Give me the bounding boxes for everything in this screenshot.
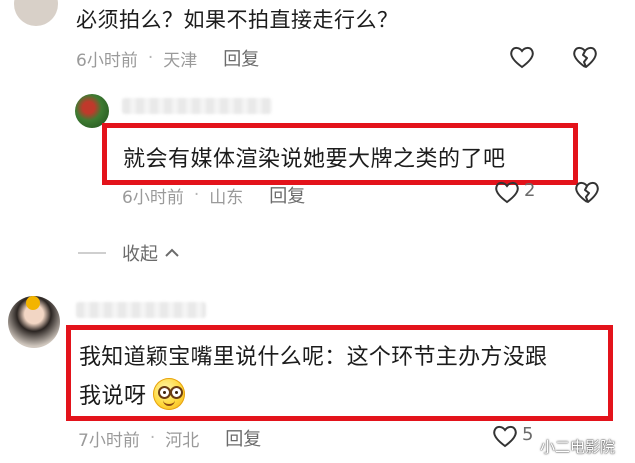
username-blurred <box>122 98 272 114</box>
comment-location: 河北 <box>165 430 200 451</box>
comment-text: 就会有媒体渲染说她要大牌之类的了吧 <box>123 147 506 172</box>
watermark: 小二电影院 <box>540 438 616 456</box>
meta-separator: · <box>147 48 154 68</box>
avatar[interactable] <box>14 0 58 26</box>
comment-text-line-1: 我知道颖宝嘴里说什么呢：这个环节主办方没跟 <box>79 345 548 370</box>
username-blurred <box>76 302 206 318</box>
like-count: 5 <box>522 424 534 445</box>
reply-button[interactable]: 回复 <box>223 45 259 71</box>
reply-button[interactable]: 回复 <box>225 425 261 451</box>
comment-time: 7小时前 <box>78 430 140 451</box>
meta-separator: · <box>149 428 156 448</box>
comment-time: 6小时前 <box>76 50 138 71</box>
heart-icon[interactable] <box>492 424 518 448</box>
comment-meta: 6小时前 · 天津 回复 <box>76 45 259 71</box>
comment-text-line-2: 我说呀 <box>79 378 185 410</box>
comment-time: 6小时前 <box>122 187 184 208</box>
like-count: 2 <box>524 180 536 201</box>
broken-heart-icon[interactable] <box>574 180 600 204</box>
smiley-emoji <box>152 378 185 410</box>
comment-location: 天津 <box>163 50 198 71</box>
collapse-divider <box>78 252 106 254</box>
heart-icon[interactable] <box>494 180 520 204</box>
reply-button[interactable]: 回复 <box>269 182 305 208</box>
meta-separator: · <box>193 185 200 205</box>
comment-meta: 7小时前 · 河北 回复 <box>78 425 261 451</box>
collapse-button[interactable]: 收起 <box>122 240 180 266</box>
broken-heart-icon[interactable] <box>572 45 598 69</box>
comment-location: 山东 <box>209 187 244 208</box>
badge-icon <box>26 296 40 310</box>
chevron-up-icon <box>164 247 180 259</box>
comment-text: 我说呀 <box>79 384 147 409</box>
collapse-label: 收起 <box>122 244 158 265</box>
heart-icon[interactable] <box>509 45 535 69</box>
comment-text: 必须拍么？如果不拍直接走行么？ <box>76 8 399 32</box>
comment-meta: 6小时前 · 山东 回复 <box>122 182 305 208</box>
